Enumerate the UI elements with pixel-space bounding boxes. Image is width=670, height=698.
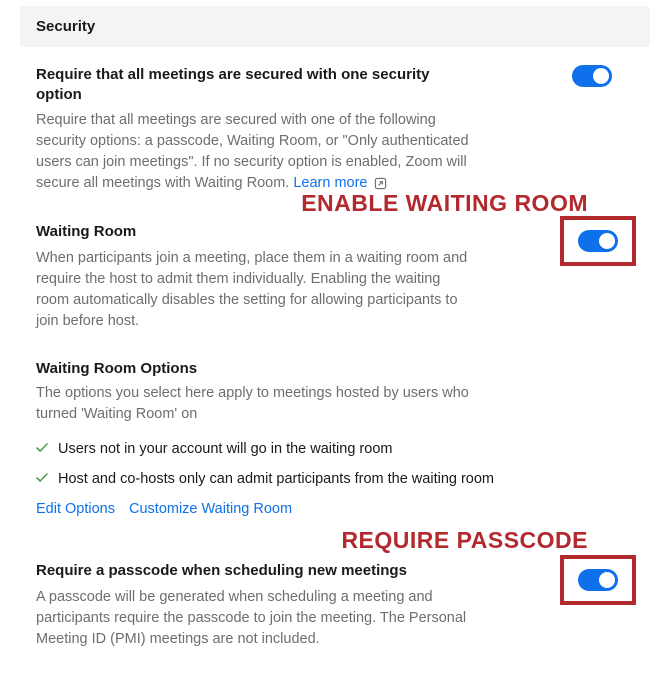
check-icon [36,472,50,486]
setting-desc: Require that all meetings are secured wi… [36,110,476,194]
annotation-passcode: REQUIRE PASSCODE [341,527,588,554]
desc-text: Require that all meetings are secured wi… [36,112,469,191]
toggle-waiting-room[interactable] [578,230,618,252]
setting-require-security: Require that all meetings are secured wi… [36,65,640,194]
setting-waiting-room: ENABLE WAITING ROOM Waiting Room When pa… [36,222,640,332]
check-icon [36,442,50,456]
setting-require-passcode: REQUIRE PASSCODE Require a passcode when… [36,561,640,650]
setting-desc: The options you select here apply to mee… [36,383,476,425]
external-link-icon [374,177,387,190]
toggle-require-security[interactable] [572,65,612,87]
list-item: Host and co-hosts only can admit partici… [36,469,640,489]
learn-more-link[interactable]: Learn more [293,175,367,191]
setting-title: Require that all meetings are secured wi… [36,65,476,104]
list-item: Users not in your account will go in the… [36,439,640,459]
setting-title: Require a passcode when scheduling new m… [36,561,476,581]
section-header-security: Security [20,6,650,47]
waiting-room-option-list: Users not in your account will go in the… [36,439,640,490]
edit-options-link[interactable]: Edit Options [36,501,115,517]
highlight-box-waiting-room [560,216,636,266]
option-text: Users not in your account will go in the… [58,439,392,459]
toggle-require-passcode[interactable] [578,569,618,591]
setting-desc: A passcode will be generated when schedu… [36,587,476,650]
option-text: Host and co-hosts only can admit partici… [58,469,494,489]
settings-body: Require that all meetings are secured wi… [0,65,670,698]
setting-title: Waiting Room Options [36,360,476,377]
highlight-box-passcode [560,555,636,605]
annotation-waiting-room: ENABLE WAITING ROOM [301,190,588,217]
setting-waiting-room-options: Waiting Room Options The options you sel… [36,360,640,518]
setting-title: Waiting Room [36,222,476,242]
setting-desc: When participants join a meeting, place … [36,248,476,332]
waiting-room-action-links: Edit Options Customize Waiting Room [36,501,640,517]
section-title: Security [36,18,95,35]
customize-waiting-room-link[interactable]: Customize Waiting Room [129,501,292,517]
